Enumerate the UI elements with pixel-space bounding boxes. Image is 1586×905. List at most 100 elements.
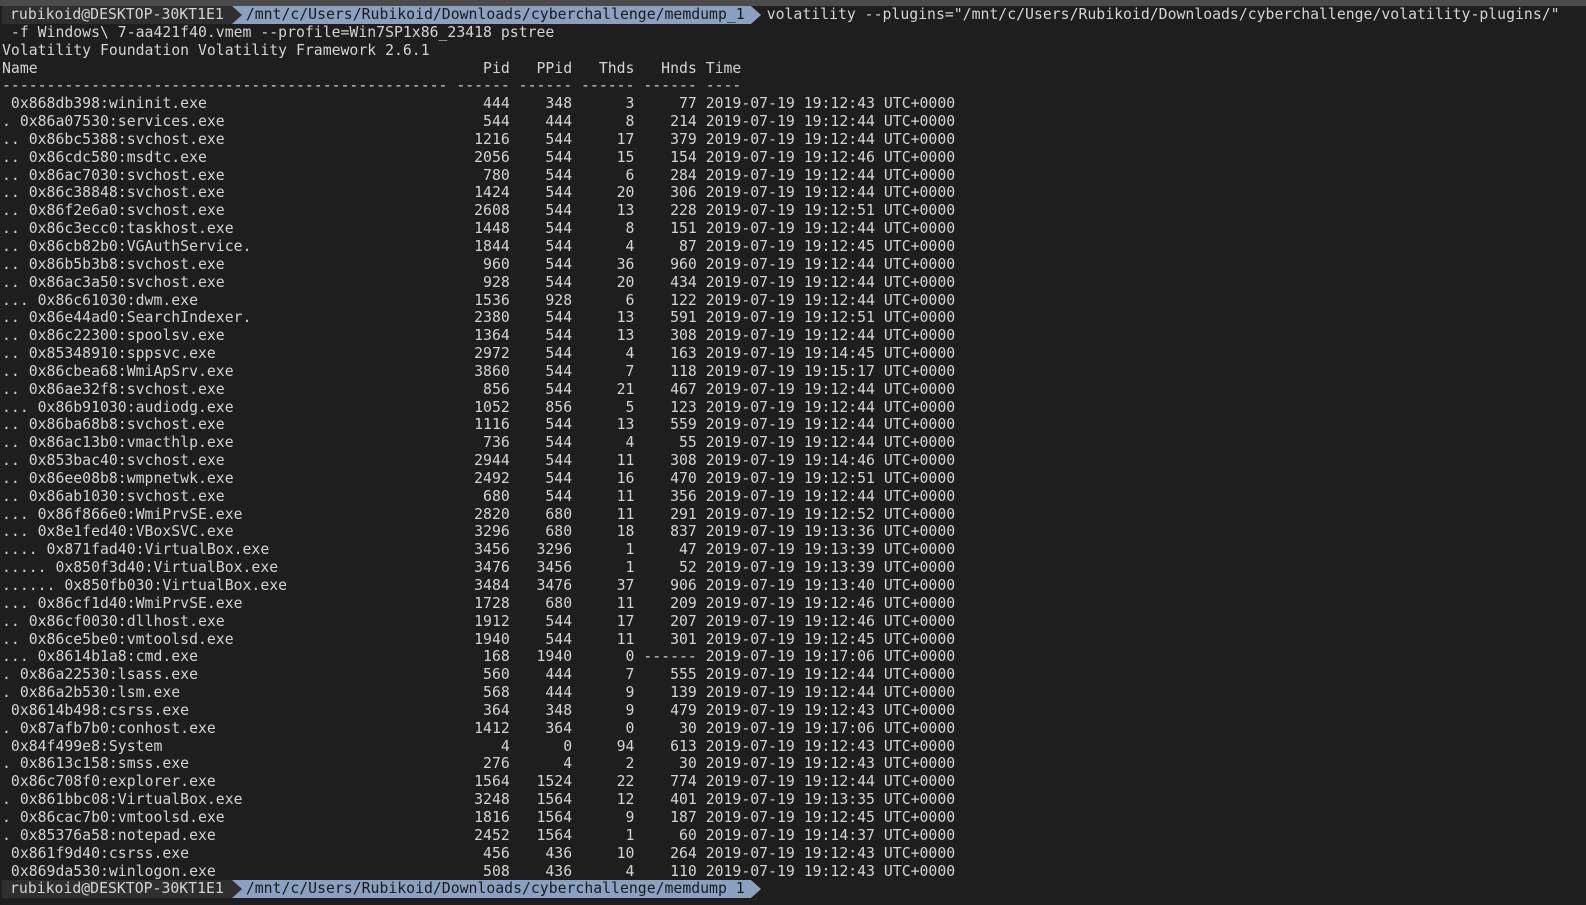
process-name: .. 0x86cf0030:dllhost.exe xyxy=(2,612,225,630)
create-time: 2019-07-19 19:12:44 UTC+0000 xyxy=(705,184,956,202)
powerline-separator-icon xyxy=(231,880,242,899)
ppid: 444 xyxy=(545,113,573,131)
ppid: 3456 xyxy=(536,559,573,577)
ppid: 544 xyxy=(545,202,573,220)
table-row: . 0x86a2b530:lsm.exe 568 444 9 139 2019-07-19… xyxy=(2,684,1586,702)
header-hnds: Hnds xyxy=(661,59,697,77)
create-time: 2019-07-19 19:12:44 UTC+0000 xyxy=(705,773,956,791)
process-name: ... 0x86f866e0:WmiPrvSE.exe xyxy=(2,505,243,523)
create-time: 2019-07-19 19:12:43 UTC+0000 xyxy=(705,755,956,773)
threads: 13 xyxy=(616,327,635,345)
process-name: .. 0x85348910:sppsvc.exe xyxy=(2,345,216,363)
process-name: ..... 0x850f3d40:VirtualBox.exe xyxy=(2,559,279,577)
ppid: 4 xyxy=(563,755,573,773)
create-time: 2019-07-19 19:12:44 UTC+0000 xyxy=(705,130,956,148)
table-row: .... 0x871fad40:VirtualBox.exe 3456 3296 1 4… xyxy=(2,541,1586,559)
handles: 301 xyxy=(670,630,697,648)
header-thds: Thds xyxy=(598,59,635,77)
handles: ------ xyxy=(643,648,697,666)
ppid: 544 xyxy=(545,220,573,238)
table-row: .. 0x86ac7030:svchost.exe 780 544 6 284 2019-… xyxy=(2,167,1586,185)
table-row: ...... 0x850fb030:VirtualBox.exe 3484 3476… xyxy=(2,577,1586,595)
separator: ---- xyxy=(705,77,742,95)
handles: 291 xyxy=(670,505,697,523)
ppid: 1564 xyxy=(536,808,573,826)
table-separator: ----------------------------------------… xyxy=(2,77,1586,95)
ppid: 1564 xyxy=(536,791,573,809)
handles: 30 xyxy=(678,755,697,773)
threads: 0 xyxy=(625,648,635,666)
ppid: 544 xyxy=(545,148,573,166)
ppid: 348 xyxy=(545,701,573,719)
terminal[interactable]: rubikoid@DESKTOP-30KT1E1/mnt/c/Users/Rub… xyxy=(2,6,1586,899)
table-row: .. 0x86c22300:spoolsv.exe 1364 544 13 308 201… xyxy=(2,327,1586,345)
table-row: 0x861f9d40:csrss.exe 456 436 10 264 2019-07-1… xyxy=(2,845,1586,863)
table-row: 0x8614b498:csrss.exe 364 348 9 479 2019-07-19… xyxy=(2,702,1586,720)
pid: 364 xyxy=(483,701,510,719)
process-name: 0x8614b498:csrss.exe xyxy=(2,701,190,719)
ppid: 444 xyxy=(545,666,573,684)
handles: 906 xyxy=(670,577,697,594)
threads: 94 xyxy=(616,737,635,755)
ppid: 3476 xyxy=(536,577,573,594)
process-name: .. 0x86ac7030:svchost.exe xyxy=(2,166,225,184)
pid: 1116 xyxy=(474,416,510,434)
process-name: . 0x86cac7b0:vmtoolsd.exe xyxy=(2,808,225,826)
threads: 7 xyxy=(625,666,635,684)
process-name: ...... 0x850fb030:VirtualBox.exe xyxy=(2,577,288,594)
table-row: .. 0x86ba68b8:svchost.exe 1116 544 13 559 201… xyxy=(2,416,1586,434)
handles: 110 xyxy=(670,862,697,880)
ppid: 1564 xyxy=(536,826,573,844)
handles: 555 xyxy=(670,666,697,684)
process-name: . 0x86a07530:services.exe xyxy=(2,113,225,131)
threads: 4 xyxy=(625,434,635,452)
prompt-path-text: /mnt/c/Users/Rubikoid/Downloads/cybercha… xyxy=(245,880,745,898)
table-row: .. 0x86c38848:svchost.exe 1424 544 20 306 201… xyxy=(2,184,1586,202)
create-time: 2019-07-19 19:17:06 UTC+0000 xyxy=(705,648,956,666)
table-row: ... 0x86f866e0:WmiPrvSE.exe 2820 680 11 291 2… xyxy=(2,506,1586,524)
process-name: .. 0x86c22300:spoolsv.exe xyxy=(2,327,225,345)
handles: 47 xyxy=(678,541,697,559)
handles: 139 xyxy=(670,684,697,702)
create-time: 2019-07-19 19:12:44 UTC+0000 xyxy=(705,220,956,238)
create-time: 2019-07-19 19:13:40 UTC+0000 xyxy=(705,577,956,594)
ppid: 364 xyxy=(545,719,573,737)
process-name: .. 0x86ba68b8:svchost.exe xyxy=(2,416,225,434)
threads: 8 xyxy=(625,220,635,238)
pid: 2452 xyxy=(474,826,510,844)
table-row: .. 0x86cdc580:msdtc.exe 2056 544 15 154 2019-… xyxy=(2,149,1586,167)
process-name: .. 0x86ac3a50:svchost.exe xyxy=(2,273,225,291)
pid: 928 xyxy=(483,273,510,291)
pid: 276 xyxy=(483,755,510,773)
pid: 508 xyxy=(483,862,510,880)
table-row: .. 0x86ac3a50:svchost.exe 928 544 20 434 2019… xyxy=(2,274,1586,292)
create-time: 2019-07-19 19:13:39 UTC+0000 xyxy=(705,559,956,577)
create-time: 2019-07-19 19:12:45 UTC+0000 xyxy=(705,808,956,826)
handles: 187 xyxy=(670,808,697,826)
process-name: .. 0x86bc5388:svchost.exe xyxy=(2,130,225,148)
ppid: 0 xyxy=(563,737,573,755)
table-row: 0x869da530:winlogon.exe 508 436 4 110 2019-07… xyxy=(2,863,1586,881)
handles: 207 xyxy=(670,612,697,630)
ppid: 1940 xyxy=(536,648,573,666)
handles: 774 xyxy=(670,773,697,791)
threads: 16 xyxy=(616,469,635,487)
ppid: 436 xyxy=(545,862,573,880)
handles: 264 xyxy=(670,844,697,862)
threads: 4 xyxy=(625,237,635,255)
banner: Volatility Foundation Volatility Framewo… xyxy=(2,41,430,59)
create-time: 2019-07-19 19:14:46 UTC+0000 xyxy=(705,452,956,470)
table-row: .. 0x85348910:sppsvc.exe 2972 544 4 163 2019-… xyxy=(2,345,1586,363)
table-row: ... 0x8e1fed40:VBoxSVC.exe 3296 680 18 837 20… xyxy=(2,523,1586,541)
table-row: . 0x86cac7b0:vmtoolsd.exe 1816 1564 9 187 201… xyxy=(2,809,1586,827)
process-name: 0x869da530:winlogon.exe xyxy=(2,862,216,880)
threads: 1 xyxy=(625,559,635,577)
process-name: ... 0x86b91030:audiodg.exe xyxy=(2,398,234,416)
table-row: ... 0x86cf1d40:WmiPrvSE.exe 1728 680 11 209 2… xyxy=(2,595,1586,613)
handles: 122 xyxy=(670,291,697,309)
ppid: 544 xyxy=(545,345,573,363)
threads: 0 xyxy=(625,719,635,737)
ppid: 544 xyxy=(545,327,573,345)
ppid: 680 xyxy=(545,594,573,612)
pid: 1424 xyxy=(474,184,510,202)
